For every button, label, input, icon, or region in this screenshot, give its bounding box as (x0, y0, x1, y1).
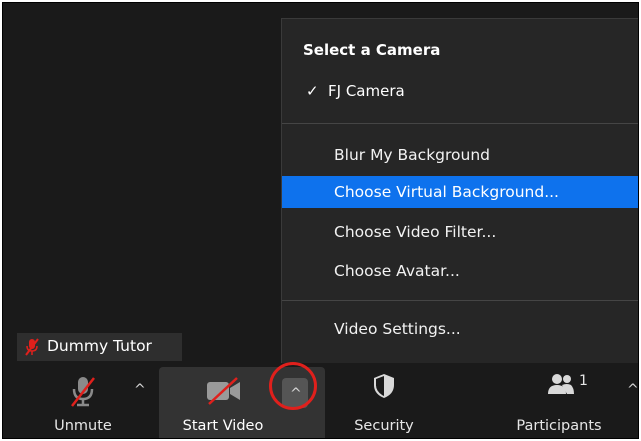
start-video-label: Start Video (182, 418, 264, 434)
camera-option-label: FJ Camera (328, 82, 405, 100)
menu-item-video-settings[interactable]: Video Settings... (282, 313, 638, 345)
participant-name: Dummy Tutor (47, 337, 152, 355)
microphone-muted-icon (71, 377, 95, 407)
annotation-circle (269, 362, 317, 410)
security-label: Security (354, 418, 414, 434)
menu-item-video-filter[interactable]: Choose Video Filter... (282, 216, 638, 248)
menu-divider (282, 300, 638, 301)
checkmark-icon: ✓ (306, 82, 319, 100)
camera-menu: Select a Camera ✓ FJ Camera Blur My Back… (281, 18, 638, 364)
security-button[interactable]: Security (339, 363, 429, 438)
participant-name-tag: Dummy Tutor (17, 333, 182, 361)
start-video-button[interactable]: Start Video (169, 363, 277, 438)
video-camera-off-icon (207, 377, 240, 405)
unmute-button[interactable]: Unmute (43, 363, 123, 438)
audio-options-chevron-up-icon[interactable]: ^ (134, 383, 146, 397)
participants-label: Participants (516, 418, 602, 434)
meeting-toolbar: Unmute ^ Start Video ^ Security 1 Partic… (3, 362, 638, 438)
menu-heading: Select a Camera (303, 41, 441, 59)
shield-icon (374, 374, 394, 398)
unmute-label: Unmute (54, 418, 112, 434)
participants-icon (548, 374, 574, 394)
participants-options-chevron-up-icon[interactable]: ^ (627, 383, 638, 397)
menu-item-avatar[interactable]: Choose Avatar... (282, 255, 638, 287)
menu-item-blur-background[interactable]: Blur My Background (282, 139, 638, 171)
menu-item-virtual-background[interactable]: Choose Virtual Background... (282, 176, 638, 208)
menu-divider (282, 123, 638, 124)
participants-count: 1 (579, 373, 588, 389)
microphone-muted-icon (25, 338, 39, 356)
participants-button[interactable]: 1 Participants (509, 363, 609, 438)
meeting-window: Select a Camera ✓ FJ Camera Blur My Back… (2, 2, 639, 439)
camera-option-fj-camera[interactable]: ✓ FJ Camera (282, 77, 638, 107)
